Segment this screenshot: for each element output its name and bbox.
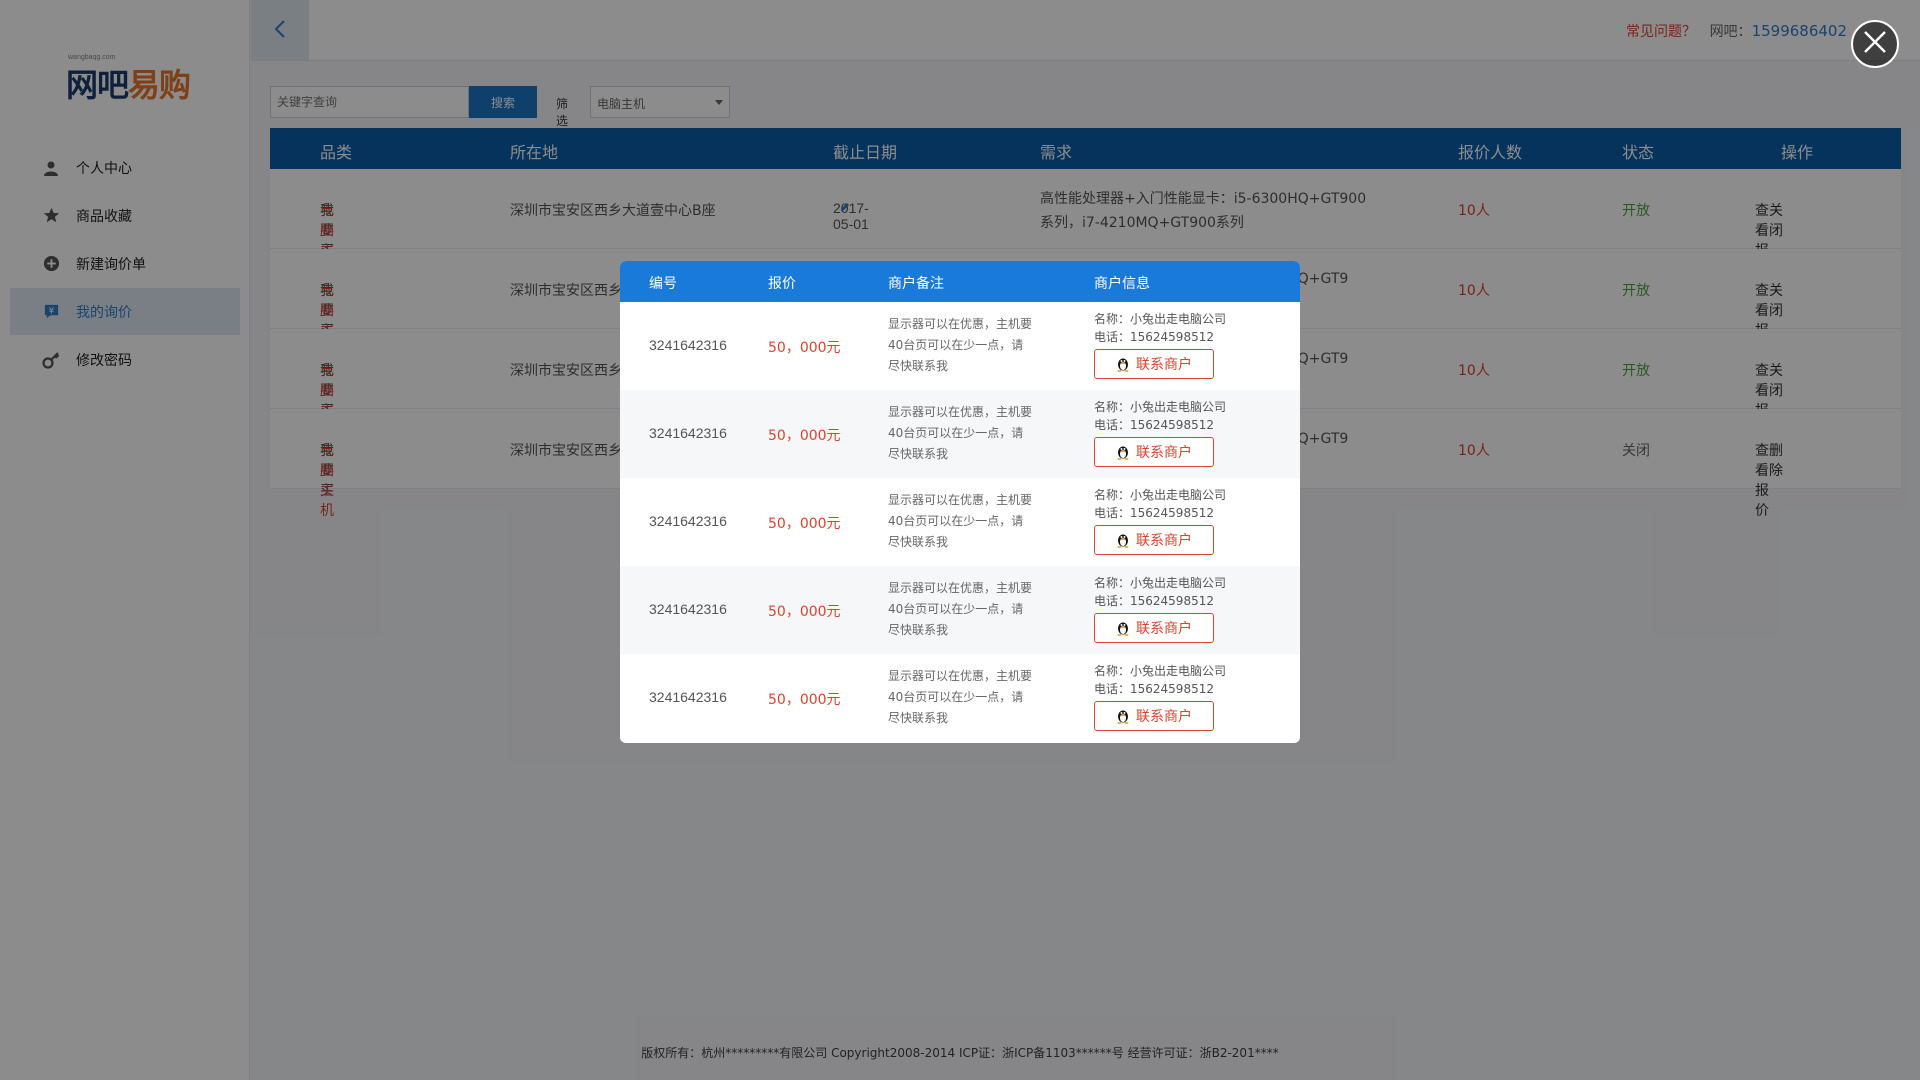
merchant-phone: 电话：15624598512 [1094,594,1214,608]
merchant-note: 显示器可以在优惠，主机要40台页可以在少一点，请尽快联系我 [888,493,1033,549]
qq-penguin-icon [1116,532,1130,548]
quote-price: 50，000元 [768,340,841,356]
footer-copyright: 版权所有：杭州*********有限公司 Copyright2008-2014 … [641,1046,1279,1060]
qq-penguin-icon [1116,356,1130,372]
merchant-name: 名称：小兔出走电脑公司 [1094,664,1227,678]
column-header: 商户信息 [1094,276,1150,292]
merchant-note: 显示器可以在优惠，主机要40台页可以在少一点，请尽快联系我 [888,669,1033,725]
qq-penguin-icon [1116,444,1130,460]
quote-id: 3241642316 [649,601,727,617]
column-header: 报价 [768,276,796,292]
quote-price: 50，000元 [768,516,841,532]
quote-row: 3241642316 50，000元 显示器可以在优惠，主机要40台页可以在少一… [620,478,1300,566]
quote-id: 3241642316 [649,337,727,353]
modal-table-header: 编号 报价 商户备注 商户信息 [620,261,1300,302]
merchant-note: 显示器可以在优惠，主机要40台页可以在少一点，请尽快联系我 [888,581,1033,637]
contact-merchant-label: 联系商户 [1136,621,1192,637]
contact-merchant-label: 联系商户 [1136,533,1192,549]
quote-id: 3241642316 [649,425,727,441]
quote-row: 3241642316 50，000元 显示器可以在优惠，主机要40台页可以在少一… [620,654,1300,742]
quote-row: 3241642316 50，000元 显示器可以在优惠，主机要40台页可以在少一… [620,390,1300,478]
quote-price: 50，000元 [768,604,841,620]
merchant-phone: 电话：15624598512 [1094,682,1214,696]
column-header: 编号 [649,276,677,292]
contact-merchant-label: 联系商户 [1136,709,1192,725]
contact-merchant-button[interactable]: 联系商户 [1094,349,1214,379]
merchant-name: 名称：小兔出走电脑公司 [1094,488,1227,502]
close-modal-button[interactable] [1851,20,1899,68]
quote-price: 50，000元 [768,428,841,444]
contact-merchant-label: 联系商户 [1136,445,1192,461]
contact-merchant-button[interactable]: 联系商户 [1094,613,1214,643]
quote-price: 50，000元 [768,692,841,708]
merchant-note: 显示器可以在优惠，主机要40台页可以在少一点，请尽快联系我 [888,317,1033,373]
contact-merchant-label: 联系商户 [1136,357,1192,373]
contact-merchant-button[interactable]: 联系商户 [1094,437,1214,467]
column-header: 商户备注 [888,276,944,292]
merchant-name: 名称：小兔出走电脑公司 [1094,400,1227,414]
quote-row: 3241642316 50，000元 显示器可以在优惠，主机要40台页可以在少一… [620,302,1300,390]
quote-row: 3241642316 50，000元 显示器可以在优惠，主机要40台页可以在少一… [620,566,1300,654]
quote-id: 3241642316 [649,513,727,529]
merchant-phone: 电话：15624598512 [1094,418,1214,432]
merchant-note: 显示器可以在优惠，主机要40台页可以在少一点，请尽快联系我 [888,405,1033,461]
quote-id: 3241642316 [649,689,727,705]
close-icon [1861,28,1889,60]
merchant-name: 名称：小兔出走电脑公司 [1094,576,1227,590]
merchant-phone: 电话：15624598512 [1094,330,1214,344]
merchant-phone: 电话：15624598512 [1094,506,1214,520]
contact-merchant-button[interactable]: 联系商户 [1094,701,1214,731]
merchant-name: 名称：小兔出走电脑公司 [1094,312,1227,326]
qq-penguin-icon [1116,708,1130,724]
contact-merchant-button[interactable]: 联系商户 [1094,525,1214,555]
qq-penguin-icon [1116,620,1130,636]
quotes-modal: 编号 报价 商户备注 商户信息 3241642316 50，000元 显示器可以… [620,261,1300,743]
